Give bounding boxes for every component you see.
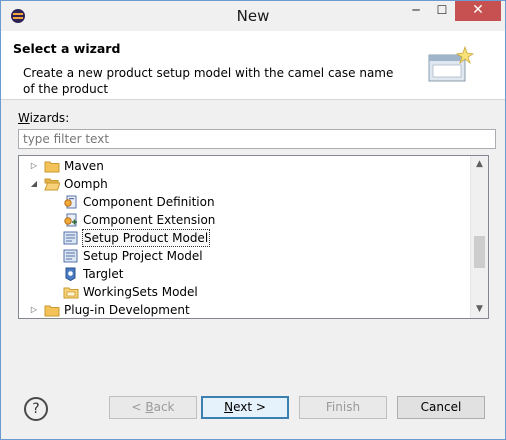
tree-item-plugin-development[interactable]: ▷ Plug-in Development <box>19 301 469 318</box>
tree-scrollbar[interactable]: ▲ ▼ <box>470 156 488 318</box>
scrollbar-thumb[interactable] <box>474 236 485 268</box>
tree-item-oomph[interactable]: ◢ Oomph <box>19 175 469 193</box>
help-icon[interactable]: ? <box>24 397 48 421</box>
tree-item-component-definition[interactable]: Component Definition <box>19 193 469 211</box>
tree-item-workingsets-model[interactable]: WorkingSets Model <box>19 283 469 301</box>
title-bar[interactable]: New ─ ☐ ✕ <box>1 1 505 31</box>
tree-item-component-extension[interactable]: Component Extension <box>19 211 469 229</box>
tree-item-maven[interactable]: ▷ Maven <box>19 157 469 175</box>
cancel-button[interactable]: Cancel <box>397 396 485 419</box>
wizards-label: Wizards: <box>18 111 70 125</box>
component-definition-icon <box>64 195 77 209</box>
tree-item-targlet[interactable]: Targlet <box>19 265 469 283</box>
scroll-down-arrow-icon[interactable]: ▼ <box>471 301 488 318</box>
expand-arrow-icon[interactable]: ▷ <box>29 157 39 175</box>
targlet-icon <box>65 267 76 281</box>
back-button[interactable]: < Back <box>109 396 197 419</box>
workingsets-icon <box>63 287 79 299</box>
next-button[interactable]: Next > <box>201 396 289 419</box>
minimize-button[interactable]: ─ <box>403 1 429 21</box>
finish-button[interactable]: Finish <box>299 396 387 419</box>
folder-open-icon <box>44 178 60 191</box>
folder-icon <box>44 161 60 173</box>
wizards-tree[interactable]: ▷ Maven ◢ Oomph Component Definition Com… <box>18 155 489 319</box>
wizard-header: Select a wizard Create a new product set… <box>1 31 505 100</box>
folder-icon <box>44 305 60 317</box>
close-button[interactable]: ✕ <box>455 1 501 21</box>
page-title: Select a wizard <box>13 41 121 56</box>
maximize-button[interactable]: ☐ <box>429 1 455 21</box>
new-wizard-dialog: New ─ ☐ ✕ Select a wizard Create a new p… <box>0 0 506 440</box>
collapse-arrow-icon[interactable]: ◢ <box>29 175 39 193</box>
expand-arrow-icon[interactable]: ▷ <box>29 301 39 318</box>
filter-input[interactable] <box>18 129 496 149</box>
component-extension-icon <box>64 213 77 227</box>
tree-item-setup-product-model[interactable]: Setup Product Model <box>19 229 469 247</box>
new-wizard-banner-icon <box>428 45 475 82</box>
tree-item-setup-project-model[interactable]: Setup Project Model <box>19 247 469 265</box>
page-description: Create a new product setup model with th… <box>23 66 394 96</box>
setup-model-icon <box>63 249 78 263</box>
scroll-up-arrow-icon[interactable]: ▲ <box>471 156 488 173</box>
setup-model-icon <box>63 231 78 245</box>
